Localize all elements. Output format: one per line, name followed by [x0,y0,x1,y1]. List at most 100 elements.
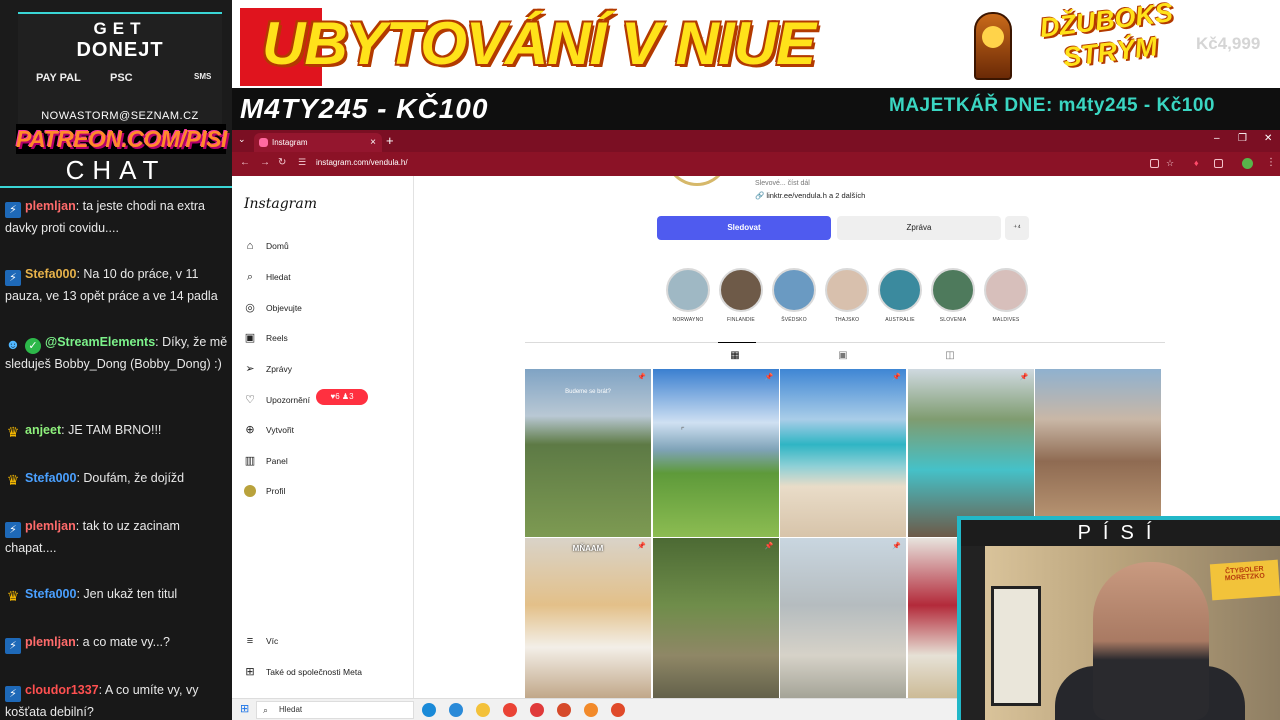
message-button[interactable]: Zpráva [837,216,1001,240]
reload-icon[interactable]: ↻ [278,157,286,168]
minimize-button[interactable]: – [1214,133,1220,144]
donate-title: GET [93,19,147,38]
chat-username[interactable]: anjeet [25,423,61,437]
bio-text: Slevové... číst dál [755,180,810,187]
notification-badge[interactable]: ♥6 ♟3 [316,389,368,405]
post-tile[interactable]: 📌 [652,369,779,537]
banner-title: UBYTOVÁNÍ V NIUE [262,10,816,77]
address-bar: ← → ↻ ☰ instagram.com/vendula.h/ ☆ ♦ ⋮ [232,152,1280,176]
webcam-overlay: ČTYBOLER MORETZKO PÍSÍ [957,516,1280,720]
add-user-button[interactable]: ⁺⁴ [1005,216,1029,240]
sidebar-item-0[interactable]: ⌂ Domů [244,236,404,256]
instagram-logo[interactable]: Instagram [244,196,317,212]
profile-avatar-icon[interactable] [1242,158,1253,169]
chat-message: ♛ Stefa000: Doufám, že dojížd [5,468,231,488]
highlight-label: THAJSKO [834,317,860,323]
sidebar-item-4[interactable]: ➢ Zprávy [244,359,404,379]
sidebar-item-7[interactable]: ▥ Panel [244,451,404,471]
new-tab-button[interactable]: + [386,133,394,148]
story-highlight[interactable]: ŠVÉDSKO [771,268,817,323]
sidebar-item-label: Hledat [266,272,291,282]
taskbar-app-icon[interactable] [557,703,571,717]
cast-icon[interactable] [1150,159,1159,168]
blue-badge-icon: ⚡ [5,638,21,654]
url-field[interactable]: instagram.com/vendula.h/ [316,158,408,167]
search-icon: ⌕ [263,705,269,715]
sidebar-item-6[interactable]: ⊕ Vytvořit [244,420,404,440]
donation-panel: GET DONEJT PAY PAL PSC SMS NOWASTORM@SEZ… [0,0,232,188]
sidebar-item-3[interactable]: ▣ Reels [244,328,404,348]
story-highlight[interactable]: MALDIVES [983,268,1029,323]
site-info-icon[interactable]: ☰ [298,157,306,168]
extensions-puzzle-icon[interactable] [1214,159,1223,168]
chat-username[interactable]: plemljan [25,635,76,649]
webcam-border [957,516,1280,720]
tab-list-icon[interactable]: ⌄ [238,134,246,145]
chat-username[interactable]: Stefa000 [25,587,76,601]
chat-message: ⚡ cloudor1337: A co umíte vy, vy košťata … [5,680,231,720]
taskbar-app-icon[interactable] [449,703,463,717]
post-tile[interactable]: 📌 [780,538,906,706]
extension-icon[interactable]: ♦ [1194,158,1199,168]
nav-icon-0-icon: ⌂ [246,240,254,252]
highlight-label: NORWAYNO [672,317,704,323]
highlight-thumbnail [878,268,922,312]
donate-email: NOWASTORM@SEZNAM.CZ [41,110,199,122]
taskbar-app-icon[interactable] [422,703,436,717]
post-tile[interactable]: 📌 [907,369,1034,537]
profile-picture[interactable] [665,176,729,186]
sidebar-item-label: Objevujte [266,303,302,313]
sidebar-item-more[interactable]: ≡ Víc [244,631,404,651]
chat-username[interactable]: plemljan [25,199,76,213]
browser-tab-instagram[interactable]: Instagram × [254,133,382,152]
stream-overlay: GET DONEJT PAY PAL PSC SMS NOWASTORM@SEZ… [0,0,1280,720]
story-highlight[interactable]: SLOVENIA [930,268,976,323]
menu-dots-icon[interactable]: ⋮ [1266,157,1276,168]
taskbar-app-icon[interactable] [584,703,598,717]
close-window-button[interactable]: ✕ [1264,133,1272,144]
chat-username[interactable]: plemljan [25,519,76,533]
taskbar-app-icon[interactable] [611,703,625,717]
taskbar-app-icon[interactable] [530,703,544,717]
taskbar-app-icon[interactable] [476,703,490,717]
sidebar-item-label: Profil [266,486,286,496]
reels-tab-icon[interactable]: ▣ [837,350,849,362]
bookmark-star-icon[interactable]: ☆ [1166,158,1174,169]
sidebar-item-1[interactable]: ⌕ Hledat [244,267,404,287]
taskbar-search[interactable]: ⌕ Hledat [256,701,414,719]
sidebar-item-meta[interactable]: ⊞ Také od společnosti Meta [244,662,404,682]
banner-price: Kč4,999 [1196,34,1261,53]
chat-message: ⚡ plemljan: tak to uz zacinam chapat.... [5,516,231,558]
windows-start-icon[interactable]: ⊞ [240,704,250,715]
chat-username[interactable]: Stefa000 [25,471,76,485]
story-highlight[interactable]: NORWAYNO [665,268,711,323]
chat-username[interactable]: cloudor1337 [25,683,99,697]
post-tile[interactable]: 📌 [780,369,906,537]
forward-icon[interactable]: → [260,157,270,168]
blue-badge-icon: ⚡ [5,686,21,702]
posts-grid-icon[interactable]: ▦ [729,350,741,362]
bio-link[interactable]: 🔗 linktr.ee/vendula.h a 2 dalších [755,191,865,200]
story-highlight[interactable]: AUSTRALIE [877,268,923,323]
nav-icon-6-icon: ⊕ [245,424,255,436]
maximize-button[interactable]: ❐ [1238,133,1247,144]
tagged-tab-icon[interactable]: ◫ [944,350,956,362]
story-highlight[interactable]: FINLANDIE [718,268,764,323]
sidebar-item-2[interactable]: ◎ Objevujte [244,298,404,318]
chat-username[interactable]: Stefa000 [25,267,76,281]
back-icon[interactable]: ← [240,157,250,168]
mouse-cursor-icon: ⌜ [681,426,685,435]
sidebar-item-8[interactable]: Profil [244,481,404,501]
post-tile[interactable] [1035,369,1161,537]
close-tab-icon[interactable]: × [370,133,376,152]
post-tile[interactable]: 📌 Budeme se brát? [525,369,651,537]
follow-button[interactable]: Sledovat [657,216,831,240]
chat-username[interactable]: @StreamElements [45,335,155,349]
patreon-link: PATREON.COM/PISI [16,124,227,154]
story-highlight[interactable]: THAJSKO [824,268,870,323]
post-tile[interactable]: 📌 MŇAAM [525,538,651,706]
top-donor: M4TY245 - KČ100 [240,93,489,124]
post-tile[interactable]: 📌 [652,538,779,706]
chat-title: CHAT [0,152,232,188]
taskbar-app-icon[interactable] [503,703,517,717]
